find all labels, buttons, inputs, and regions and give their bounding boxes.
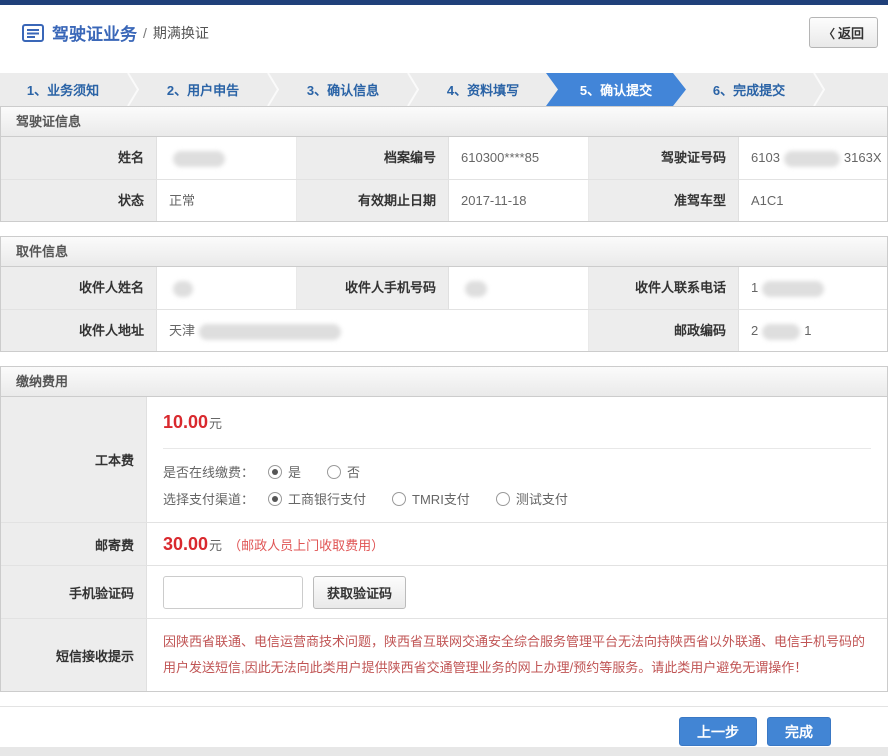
- pickup-info-section: 取件信息 收件人姓名 收件人手机号码 收件人联系电话 1 收件人地址 天津 邮政…: [0, 236, 888, 352]
- production-fee-value: 10.00: [163, 412, 208, 433]
- redacted-value: [199, 324, 341, 340]
- sms-notice-label: 短信接收提示: [1, 619, 147, 691]
- page-bottom-strip: [0, 747, 888, 756]
- back-button[interactable]: 〈返回: [809, 17, 878, 48]
- step-nav-filler: [826, 73, 888, 106]
- sms-notice-text: 因陕西省联通、电信运营商技术问题，陕西省互联网交通安全综合服务管理平台无法向持陕…: [147, 619, 887, 691]
- step-separator-icon: [812, 73, 826, 106]
- license-number-value: 61033163X: [739, 137, 887, 179]
- recipient-phone-value: 1: [739, 267, 887, 309]
- channel-option-icbc[interactable]: 工商银行支付: [268, 489, 366, 508]
- production-fee-content: 10.00元 是否在线缴费： 是 否 选择支付渠道： 工商银行支付 TMRI支付…: [147, 397, 887, 522]
- breadcrumb-current: 期满换证: [153, 23, 209, 43]
- payment-channel-question-row: 选择支付渠道： 工商银行支付 TMRI支付 测试支付: [163, 485, 887, 512]
- production-fee-row: 工本费 10.00元 是否在线缴费： 是 否 选择支付渠道： 工商银行支付 TM…: [1, 397, 887, 522]
- page-title: 驾驶证业务: [52, 20, 137, 45]
- radio-unchecked-icon[interactable]: [392, 492, 406, 506]
- breadcrumb-separator: /: [143, 25, 147, 41]
- postcode-label: 邮政编码: [589, 310, 739, 351]
- file-number-label: 档案编号: [297, 137, 449, 179]
- step-tab-6[interactable]: 6、完成提交: [686, 73, 812, 106]
- online-payment-question-row: 是否在线缴费： 是 否: [163, 458, 887, 485]
- finish-button[interactable]: 完成: [767, 717, 831, 746]
- postage-fee-note: （邮政人员上门收取费用）: [228, 535, 384, 554]
- online-payment-question: 是否在线缴费：: [163, 462, 254, 481]
- address-label: 收件人地址: [1, 310, 157, 351]
- recipient-mobile-label: 收件人手机号码: [297, 267, 449, 309]
- postage-fee-row: 邮寄费 30.00元 （邮政人员上门收取费用）: [1, 522, 887, 565]
- redacted-value: [784, 151, 840, 167]
- postage-fee-unit: 元: [209, 535, 222, 554]
- redacted-value: [173, 281, 193, 297]
- step-tab-1[interactable]: 1、业务须知: [0, 73, 126, 106]
- radio-unchecked-icon[interactable]: [496, 492, 510, 506]
- radio-unchecked-icon[interactable]: [327, 465, 341, 479]
- previous-step-button[interactable]: 上一步: [679, 717, 757, 746]
- payment-section-title: 缴纳费用: [1, 367, 887, 397]
- sms-code-row: 手机验证码 获取验证码: [1, 565, 887, 618]
- recipient-name-value: [157, 267, 297, 309]
- license-info-section: 驾驶证信息 姓名 档案编号 610300****85 驾驶证号码 6103316…: [0, 106, 888, 222]
- sms-notice-row: 短信接收提示 因陕西省联通、电信运营商技术问题，陕西省互联网交通安全综合服务管理…: [1, 618, 887, 691]
- production-fee-unit: 元: [209, 413, 222, 432]
- channel-option-test[interactable]: 测试支付: [496, 489, 568, 508]
- postage-fee-value: 30.00: [163, 534, 208, 555]
- license-section-title: 驾驶证信息: [1, 107, 887, 137]
- postage-fee-content: 30.00元 （邮政人员上门收取费用）: [147, 523, 887, 565]
- status-value: 正常: [157, 180, 297, 221]
- name-value: [157, 137, 297, 179]
- expiry-date-label: 有效期止日期: [297, 180, 449, 221]
- recipient-phone-label: 收件人联系电话: [589, 267, 739, 309]
- recipient-name-label: 收件人姓名: [1, 267, 157, 309]
- production-fee-label: 工本费: [1, 397, 147, 522]
- file-number-value: 610300****85: [449, 137, 589, 179]
- online-payment-option-yes[interactable]: 是: [268, 462, 301, 481]
- license-number-label: 驾驶证号码: [589, 137, 739, 179]
- sms-code-input[interactable]: [163, 576, 303, 609]
- name-label: 姓名: [1, 137, 157, 179]
- sms-code-label: 手机验证码: [1, 566, 147, 618]
- redacted-value: [465, 281, 487, 297]
- address-value: 天津: [157, 310, 589, 351]
- back-button-label: 返回: [838, 26, 864, 41]
- step-separator-icon: [126, 73, 140, 106]
- postcode-value: 21: [739, 310, 887, 351]
- table-row: 收件人地址 天津 邮政编码 21: [1, 309, 887, 351]
- step-tab-5-active[interactable]: 5、确认提交: [546, 73, 686, 106]
- table-row: 收件人姓名 收件人手机号码 收件人联系电话 1: [1, 267, 887, 309]
- form-list-icon: [22, 24, 44, 42]
- footer-actions: 上一步 完成: [0, 706, 888, 746]
- status-label: 状态: [1, 180, 157, 221]
- recipient-mobile-value: [449, 267, 589, 309]
- online-payment-option-no[interactable]: 否: [327, 462, 360, 481]
- production-fee-amount: 10.00元: [163, 397, 871, 449]
- radio-checked-icon[interactable]: [268, 492, 282, 506]
- payment-section: 缴纳费用 工本费 10.00元 是否在线缴费： 是 否 选择支付渠道： 工商银行…: [0, 366, 888, 692]
- step-separator-icon: [406, 73, 420, 106]
- table-row: 状态 正常 有效期止日期 2017-11-18 准驾车型 A1C1: [1, 179, 887, 221]
- channel-option-tmri[interactable]: TMRI支付: [392, 489, 470, 508]
- redacted-value: [762, 324, 800, 340]
- expiry-date-value: 2017-11-18: [449, 180, 589, 221]
- step-tab-3[interactable]: 3、确认信息: [280, 73, 406, 106]
- step-separator-icon: [266, 73, 280, 106]
- redacted-value: [762, 281, 824, 297]
- payment-channel-question: 选择支付渠道：: [163, 489, 254, 508]
- get-code-button[interactable]: 获取验证码: [313, 576, 406, 609]
- postage-fee-label: 邮寄费: [1, 523, 147, 565]
- vehicle-class-value: A1C1: [739, 180, 887, 221]
- redacted-value: [173, 151, 225, 167]
- vehicle-class-label: 准驾车型: [589, 180, 739, 221]
- pickup-section-title: 取件信息: [1, 237, 887, 267]
- back-chevron-icon: 〈: [823, 27, 835, 41]
- page-header: 驾驶证业务 / 期满换证 〈返回: [0, 5, 888, 60]
- sms-code-content: 获取验证码: [147, 566, 887, 618]
- step-tab-2[interactable]: 2、用户申告: [140, 73, 266, 106]
- radio-checked-icon[interactable]: [268, 465, 282, 479]
- table-row: 姓名 档案编号 610300****85 驾驶证号码 61033163X: [1, 137, 887, 179]
- step-tab-4[interactable]: 4、资料填写: [420, 73, 546, 106]
- step-navigation: 1、业务须知 2、用户申告 3、确认信息 4、资料填写 5、确认提交 6、完成提…: [0, 73, 888, 106]
